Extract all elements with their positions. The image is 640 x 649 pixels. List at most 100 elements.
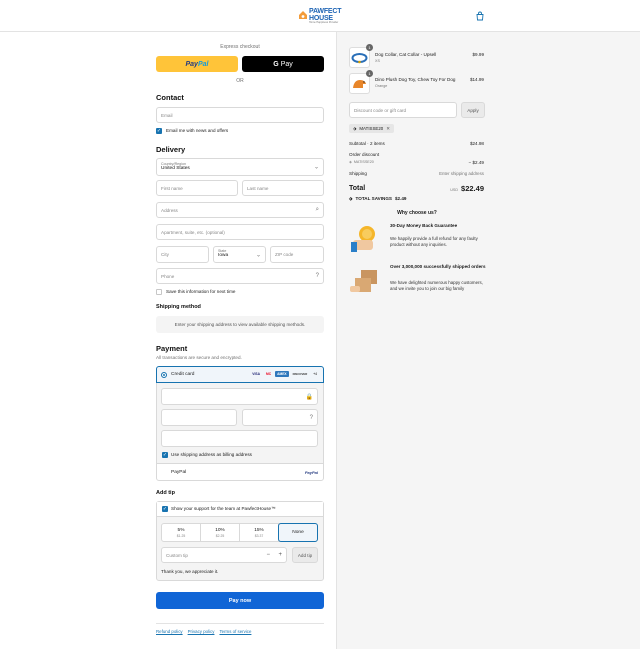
- remove-discount-icon[interactable]: ✕: [386, 126, 390, 132]
- savings-value: $2.49: [394, 196, 407, 201]
- shipping-value: Enter shipping address: [439, 171, 484, 176]
- visa-logo-icon: VISA: [252, 372, 260, 376]
- total-label: Total: [349, 185, 366, 192]
- help-circle-icon[interactable]: ?: [316, 273, 319, 279]
- phone-field[interactable]: Phone ?: [156, 268, 324, 284]
- tip-option-15[interactable]: 15% $3.37: [240, 524, 279, 541]
- shopping-bag-icon[interactable]: [475, 11, 485, 21]
- minus-icon[interactable]: −: [266, 552, 270, 558]
- discover-logo-icon: DISCOVER: [292, 372, 308, 376]
- news-label: Email me with news and offers: [166, 128, 229, 133]
- google-g-icon: G: [273, 60, 279, 68]
- tip-option-5[interactable]: 5% $1.25: [162, 524, 201, 541]
- chevron-down-icon: ⌄: [255, 252, 261, 258]
- custom-tip-field[interactable]: Custom tip − +: [161, 547, 287, 563]
- country-select[interactable]: Country/Region United States ⌄: [156, 158, 324, 176]
- header: PAWFECT HOUSE Home Happiness Provider: [0, 0, 640, 32]
- tag-icon: ⬗: [349, 160, 352, 164]
- order-discount-label: Order discount: [349, 152, 380, 157]
- paypal-logo-part1: Pay: [185, 60, 198, 68]
- discount-code-row: ⬗ MATISSE20: [349, 160, 374, 164]
- google-pay-button[interactable]: G Pay: [242, 56, 324, 72]
- paw-house-icon: [299, 11, 307, 19]
- last-name-field[interactable]: Last name: [242, 180, 324, 196]
- paypal-express-button[interactable]: Pay Pal: [156, 56, 238, 72]
- tip-pct: 10%: [215, 527, 225, 533]
- privacy-policy-link[interactable]: Privacy policy: [188, 629, 215, 634]
- discount-value: − $2.49: [468, 160, 484, 165]
- dog-collar-image-icon: [351, 53, 368, 64]
- city-field[interactable]: City: [156, 246, 209, 263]
- chevron-down-icon: ⌄: [313, 164, 319, 171]
- country-value: United States: [161, 166, 190, 171]
- item-variant: XS: [375, 59, 380, 63]
- subtotal-value: $24.98: [469, 141, 484, 146]
- item-price: $14.99: [469, 77, 484, 82]
- guarantee-illustration-icon: [349, 222, 381, 254]
- zip-field[interactable]: ZIP code: [270, 246, 324, 263]
- help-circle-icon[interactable]: ?: [310, 415, 313, 421]
- email-field[interactable]: Email: [156, 107, 324, 123]
- apartment-field[interactable]: Apartment, suite, etc. (optional): [156, 224, 324, 240]
- pay-now-button[interactable]: Pay now: [156, 592, 324, 609]
- tip-option-10[interactable]: 10% $2.25: [201, 524, 240, 541]
- logo-text: PAWFECT HOUSE: [309, 8, 342, 22]
- address-field[interactable]: Address ⌕: [156, 202, 324, 218]
- subtotal-label: Subtotal · 2 items: [349, 141, 385, 146]
- item-name: Dog Collar, Cat Collar - Upsell: [375, 52, 437, 57]
- refund-policy-link[interactable]: Refund policy: [156, 629, 183, 634]
- logo[interactable]: PAWFECT HOUSE Home Happiness Provider: [298, 7, 344, 25]
- discount-tag-code: MATISSE20: [359, 126, 384, 131]
- paypal-logo-part2: Pal: [197, 60, 209, 68]
- item-name: Dino Plush Dog Toy, Chew Toy For Dog: [375, 77, 456, 82]
- payment-heading: Payment: [156, 344, 188, 353]
- news-checkbox[interactable]: ✓: [156, 128, 162, 134]
- tag-icon: ⬗: [349, 196, 353, 201]
- shipped-orders-text: We have delighted numerous happy custome…: [390, 280, 483, 291]
- security-code-field[interactable]: ?: [242, 409, 318, 426]
- card-number-field[interactable]: 🔒: [161, 388, 318, 405]
- footer-links: Refund policy Privacy policy Terms of se…: [156, 629, 251, 634]
- custom-tip-placeholder: Custom tip: [166, 552, 188, 558]
- shipping-method-message: Enter your shipping address to view avai…: [156, 316, 324, 333]
- name-on-card-field[interactable]: [161, 430, 318, 447]
- expiration-date-field[interactable]: [161, 409, 237, 426]
- address-placeholder: Address: [161, 207, 178, 213]
- paypal-option-label: PayPal: [171, 470, 187, 475]
- billing-same-label: Use shipping address as billing address: [171, 452, 252, 457]
- tip-option-none[interactable]: None: [278, 523, 318, 542]
- more-cards-badge: +4: [313, 372, 317, 376]
- or-divider: OR: [236, 78, 244, 84]
- shipping-label: Shipping: [349, 171, 367, 176]
- save-info-checkbox[interactable]: [156, 289, 162, 295]
- discount-code-field[interactable]: Discount code or gift card: [349, 102, 457, 118]
- tip-options: 5% $1.25 10% $2.25 15% $3.37 None: [161, 523, 318, 542]
- dino-toy-image-icon: [353, 80, 366, 88]
- credit-card-option[interactable]: Credit card VISA MC AMEX DISCOVER +4: [156, 366, 324, 383]
- item-quantity-badge: 1: [366, 70, 373, 77]
- item-price: $9.99: [472, 52, 485, 57]
- delivery-heading: Delivery: [156, 145, 186, 154]
- show-support-checkbox[interactable]: ✓: [162, 506, 168, 512]
- shipping-method-heading: Shipping method: [156, 304, 201, 310]
- state-select[interactable]: State Iowa ⌄: [213, 246, 266, 263]
- credit-card-radio[interactable]: [161, 372, 167, 378]
- terms-of-service-link[interactable]: Terms of service: [219, 629, 251, 634]
- mastercard-logo-icon: MC: [265, 372, 272, 376]
- discount-tag: ⬗ MATISSE20 ✕: [349, 124, 394, 133]
- paypal-option[interactable]: PayPal PayPal: [156, 463, 324, 481]
- tip-thanks: Thank you, we appreciate it.: [161, 569, 219, 574]
- plus-icon[interactable]: +: [278, 552, 282, 558]
- tip-pct: 15%: [254, 527, 264, 533]
- gpay-label: Pay: [280, 60, 293, 68]
- add-tip-button[interactable]: Add tip: [292, 547, 318, 563]
- tip-pct: None: [292, 530, 304, 535]
- tip-amount: $3.37: [254, 533, 264, 538]
- billing-same-checkbox[interactable]: ✓: [162, 452, 168, 458]
- first-name-field[interactable]: First name: [156, 180, 238, 196]
- lock-icon: 🔒: [305, 394, 313, 400]
- logo-tagline: Home Happiness Provider: [309, 21, 339, 24]
- show-support-label: Show your support for the team at Pawfec…: [171, 506, 276, 511]
- card-logos: VISA MC AMEX DISCOVER +4: [248, 371, 319, 377]
- apply-discount-button[interactable]: Apply: [461, 102, 485, 118]
